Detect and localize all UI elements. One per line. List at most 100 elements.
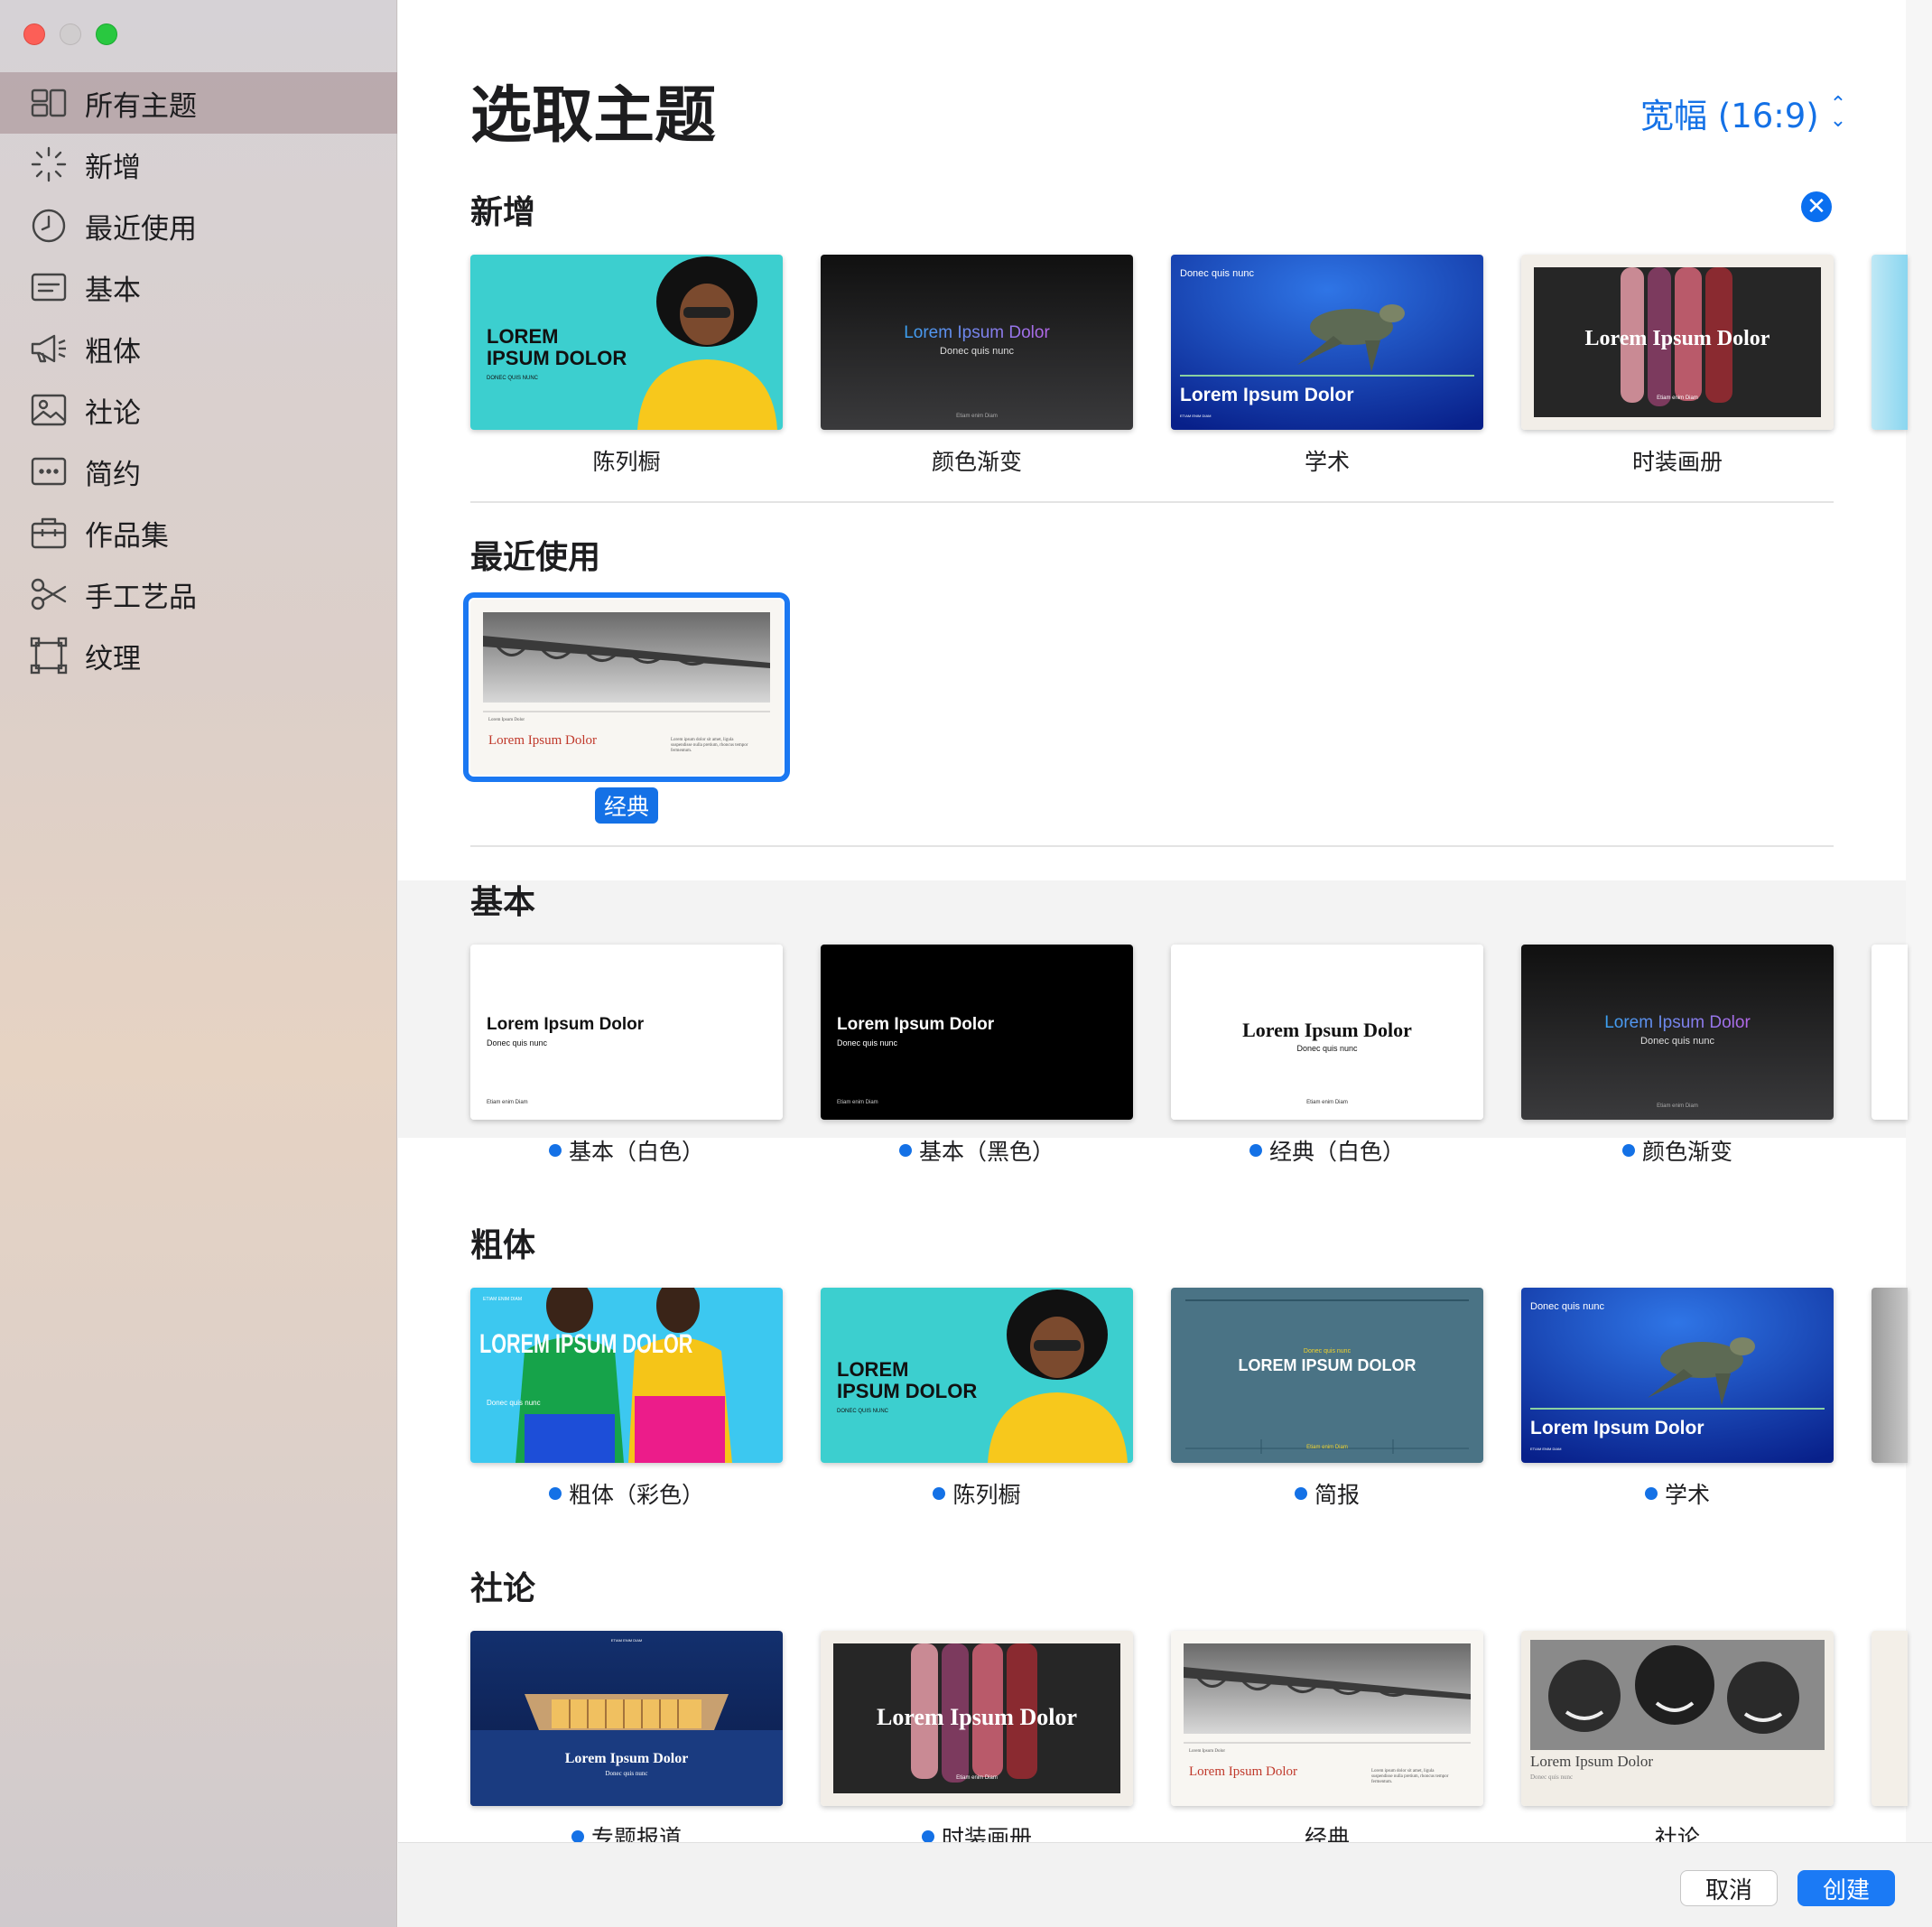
section-title-bold: 粗体	[470, 1227, 536, 1264]
sidebar-item-basic[interactable]: 基本	[0, 256, 397, 318]
sidebar-item-label: 作品集	[85, 519, 169, 553]
chevron-updown-icon: ⌃ ⌄	[1829, 93, 1847, 132]
section-title-editorial: 社论	[470, 1570, 536, 1607]
theme-label-text: 经典（白色）	[1268, 1139, 1405, 1165]
svg-text:Lorem Ipsum Dolor: Lorem Ipsum Dolor	[1242, 1019, 1412, 1041]
close-window-button[interactable]	[23, 23, 45, 45]
sidebar-item-texture[interactable]: 纹理	[0, 625, 397, 686]
sidebar-item-label: 社论	[85, 396, 141, 430]
theme-chooser: 选取主题 宽幅 (16:9) ⌃ ⌄ 新增 ✕ LOREM IPSUM DOLOR…	[398, 0, 1932, 1927]
svg-text:Donec quis nunc: Donec quis nunc	[487, 1038, 548, 1047]
theme-label: 颜色渐变	[1521, 1134, 1834, 1167]
sidebar-item-label: 简约	[85, 458, 141, 491]
svg-text:Etiam enim Diam: Etiam enim Diam	[956, 414, 998, 419]
section-divider	[470, 845, 1834, 847]
svg-text:Etiam enim Diam: Etiam enim Diam	[1306, 1445, 1348, 1450]
new-dot-icon	[921, 1830, 934, 1843]
svg-text:Donec quis nunc: Donec quis nunc	[487, 1399, 541, 1407]
new-dot-icon	[1621, 1144, 1635, 1157]
theme-label: 基本（白色）	[470, 1134, 783, 1167]
theme-thumbnail: ETIAM ENIM DIAM Lorem Ipsum Dolor Donec …	[470, 1631, 783, 1806]
new-dot-icon	[548, 1487, 562, 1500]
sidebar-item-label: 手工艺品	[85, 581, 197, 614]
text-box-icon	[29, 267, 69, 307]
cancel-button[interactable]: 取消	[1680, 1870, 1778, 1906]
svg-text:IPSUM DOLOR: IPSUM DOLOR	[487, 347, 627, 369]
minimize-window-button[interactable]	[60, 23, 81, 45]
sidebar-item-editorial[interactable]: 社论	[0, 379, 397, 441]
theme-card-peek[interactable]	[1872, 945, 1908, 1120]
svg-text:Lorem Ipsum Dolor: Lorem Ipsum Dolor	[1530, 1753, 1653, 1770]
theme-label-text: 颜色渐变	[1641, 1139, 1732, 1165]
sidebar-item-new[interactable]: 新增	[0, 134, 397, 195]
svg-text:Donec quis nunc: Donec quis nunc	[1530, 1301, 1604, 1312]
svg-text:suspendisse nulla pretium, rho: suspendisse nulla pretium, rhoncus tempo…	[1371, 1774, 1449, 1779]
svg-text:Lorem Ipsum Dolor: Lorem Ipsum Dolor	[1189, 1764, 1297, 1779]
svg-text:Lorem Ipsum Dolor: Lorem Ipsum Dolor	[488, 718, 525, 722]
theme-thumbnail: Lorem Ipsum Dolor Donec quis nunc Etiam …	[470, 945, 783, 1120]
theme-label-selected: 经典	[595, 787, 659, 824]
svg-text:Lorem ipsum dolor sit amet, li: Lorem ipsum dolor sit amet, ligula	[671, 738, 734, 742]
theme-label-text: 基本（黑色）	[918, 1139, 1054, 1165]
svg-text:Etiam enim Diam: Etiam enim Diam	[837, 1100, 878, 1105]
create-button[interactable]: 创建	[1797, 1870, 1895, 1906]
svg-text:Donec quis nunc: Donec quis nunc	[1180, 268, 1254, 279]
theme-label-text: 陈列橱	[952, 1482, 1021, 1508]
theme-thumbnail: Donec quis nunc Lorem Ipsum Dolor ETIAM …	[1171, 255, 1483, 430]
svg-text:Lorem Ipsum Dolor: Lorem Ipsum Dolor	[1530, 1418, 1704, 1438]
svg-text:ETIAM ENIM DIAM: ETIAM ENIM DIAM	[483, 1297, 522, 1302]
grid-icon	[29, 83, 69, 123]
theme-card-peek[interactable]	[1872, 1288, 1908, 1463]
svg-text:ETIAM ENIM DIAM: ETIAM ENIM DIAM	[1530, 1447, 1561, 1451]
svg-text:fermentum.: fermentum.	[671, 749, 692, 753]
theme-label: 陈列橱	[821, 1477, 1133, 1510]
theme-label-text: 基本（白色）	[568, 1139, 704, 1165]
new-dot-icon	[1644, 1487, 1658, 1500]
theme-thumbnail: LOREM IPSUM DOLOR DONEC QUIS NUNC	[470, 255, 783, 430]
new-dot-icon	[548, 1144, 562, 1157]
sidebar-item-minimal[interactable]: 简约	[0, 441, 397, 502]
theme-label: 基本（黑色）	[821, 1134, 1133, 1167]
svg-text:Etiam enim Diam: Etiam enim Diam	[1657, 396, 1698, 401]
svg-text:Donec quis nunc: Donec quis nunc	[1640, 1036, 1714, 1047]
theme-thumbnail: Lorem Ipsum Dolor Donec quis nunc Etiam …	[1171, 945, 1483, 1120]
ellipsis-box-icon	[29, 451, 69, 491]
photo-icon	[29, 390, 69, 430]
svg-text:Lorem Ipsum Dolor: Lorem Ipsum Dolor	[487, 1015, 645, 1034]
svg-text:Lorem Ipsum Dolor: Lorem Ipsum Dolor	[565, 1751, 689, 1766]
theme-card-peek[interactable]	[1872, 255, 1908, 430]
aspect-ratio-label: 宽幅 (16:9)	[1640, 97, 1819, 135]
sidebar-item-label: 所有主题	[85, 89, 197, 123]
sidebar-item-label: 基本	[85, 274, 141, 307]
sidebar-item-label: 最近使用	[85, 212, 197, 246]
section-title-recent: 最近使用	[470, 539, 601, 576]
svg-text:ETIAM ENIM DIAM: ETIAM ENIM DIAM	[611, 1638, 642, 1643]
theme-thumbnail: Lorem Ipsum Dolor Lorem Ipsum Dolor Lore…	[470, 600, 783, 775]
section-title-new: 新增	[470, 194, 536, 231]
sidebar-item-all-themes[interactable]: 所有主题	[0, 72, 397, 134]
theme-label: 粗体（彩色）	[470, 1477, 783, 1510]
zoom-window-button[interactable]	[96, 23, 117, 45]
svg-text:Lorem Ipsum Dolor: Lorem Ipsum Dolor	[904, 323, 1050, 342]
svg-text:Donec quis nunc: Donec quis nunc	[837, 1038, 898, 1047]
briefcase-icon	[29, 513, 69, 553]
clock-icon	[29, 206, 69, 246]
svg-text:DONEC QUIS NUNC: DONEC QUIS NUNC	[837, 1409, 889, 1414]
sidebar-nav: 所有主题 新增 最近使用 基本 粗体 社论 简约 作品集 手工艺品 纹理	[0, 72, 397, 686]
sidebar-item-portfolio[interactable]: 作品集	[0, 502, 397, 563]
theme-card-peek[interactable]	[1872, 1631, 1908, 1806]
theme-thumbnail: Lorem Ipsum Dolor Etiam enim Diam	[821, 1631, 1133, 1806]
close-icon[interactable]: ✕	[1801, 191, 1832, 222]
svg-text:Lorem Ipsum Dolor: Lorem Ipsum Dolor	[1585, 327, 1770, 350]
sidebar-item-recent[interactable]: 最近使用	[0, 195, 397, 256]
sidebar-item-crafts[interactable]: 手工艺品	[0, 563, 397, 625]
svg-text:Etiam enim Diam: Etiam enim Diam	[487, 1100, 528, 1105]
sidebar-item-bold[interactable]: 粗体	[0, 318, 397, 379]
svg-text:Etiam enim Diam: Etiam enim Diam	[956, 1775, 998, 1781]
svg-text:Lorem ipsum dolor sit amet, li: Lorem ipsum dolor sit amet, ligula	[1371, 1769, 1435, 1773]
megaphone-icon	[29, 329, 69, 368]
theme-thumbnail: Lorem Ipsum Dolor Etiam enim Diam	[1521, 255, 1834, 430]
theme-label: 经典（白色）	[1171, 1134, 1483, 1167]
aspect-ratio-popup[interactable]: 宽幅 (16:9) ⌃ ⌄	[1640, 88, 1846, 137]
section-title-basic: 基本	[470, 884, 536, 921]
